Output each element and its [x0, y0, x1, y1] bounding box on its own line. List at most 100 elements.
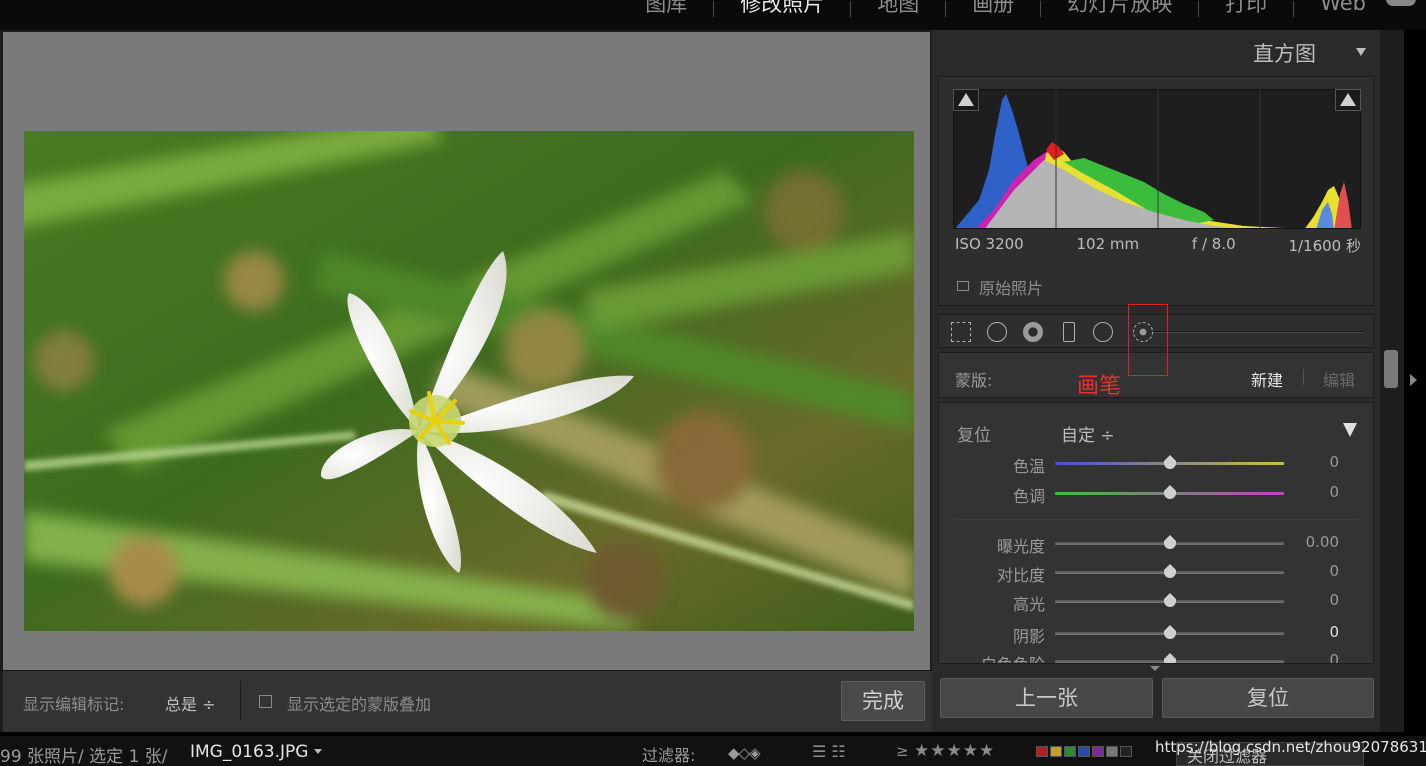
identity-plate-icon[interactable] [1386, 0, 1416, 6]
crop-icon[interactable] [951, 322, 971, 342]
slider-value[interactable]: 0 [1299, 591, 1339, 609]
slider-label: 色温 [1012, 457, 1045, 476]
histogram-curves [955, 90, 1352, 228]
module-web[interactable]: Web [1316, 0, 1370, 15]
panel-collapse-icon[interactable] [1356, 48, 1366, 56]
expand-panel-arrow-icon[interactable] [1410, 374, 1417, 386]
shutter-value: 1/1600 秒 [1288, 237, 1361, 255]
slider-label: 白色色阶 [981, 651, 1045, 663]
color-label-swatch[interactable] [1064, 746, 1076, 757]
color-label-swatch[interactable] [1120, 746, 1132, 757]
edit-toolbar: 显示编辑标记: 总是 ÷ 显示选定的蒙版叠加 完成 [0, 670, 932, 732]
rating-operator[interactable]: ≥ [896, 742, 909, 760]
module-separator [1198, 1, 1200, 17]
spot-removal-icon[interactable] [987, 322, 1007, 342]
show-edit-pins-select[interactable]: 总是 ÷ [165, 691, 216, 715]
scrollbar-thumb[interactable] [1384, 350, 1398, 388]
mask-label: 蒙版: [955, 371, 993, 390]
color-label-swatch[interactable] [1106, 746, 1118, 757]
effect-preset-select[interactable]: 自定 ÷ [1061, 421, 1115, 446]
color-label-swatch[interactable] [1036, 746, 1048, 757]
module-map[interactable]: 地图 [873, 0, 923, 18]
module-slideshow[interactable]: 幻灯片放映 [1063, 0, 1176, 18]
focal-length-value: 102 mm [1076, 235, 1140, 253]
slider-value[interactable]: 0 [1299, 483, 1339, 501]
histogram-title[interactable]: 直方图 [932, 38, 1362, 68]
color-label-filter [1036, 746, 1132, 757]
color-label-swatch[interactable] [1092, 746, 1104, 757]
module-picker: 图库 修改照片 地图 画册 幻灯片放映 打印 Web [641, 0, 1370, 18]
filename-dropdown-icon[interactable] [314, 749, 322, 754]
slider-contrast: 对比度 0 [939, 560, 1373, 585]
reset-button[interactable]: 复位 [1162, 678, 1374, 718]
photo-preview[interactable] [24, 131, 914, 631]
done-button[interactable]: 完成 [841, 681, 925, 721]
slider-thumb[interactable] [1163, 593, 1176, 607]
module-separator [945, 1, 947, 17]
highlight-clipping-icon[interactable] [1335, 89, 1361, 111]
slider-tint: 色调 0 [939, 481, 1373, 506]
slider-value[interactable]: 0 [1299, 562, 1339, 580]
filter-label: 过滤器: [642, 746, 696, 765]
slider-label: 色调 [1012, 487, 1045, 506]
tool-drawer-line [1153, 331, 1365, 333]
module-separator [1293, 1, 1295, 17]
filmstrip-bar: 99 张照片/ 选定 1 张/ IMG_0163.JPG 过滤器: ◆◇◈ ☰ … [0, 736, 1426, 766]
rating-filter-stars[interactable]: ★★★★★ [914, 741, 995, 761]
effect-reset-label[interactable]: 复位 [957, 421, 991, 446]
color-label-swatch[interactable] [1078, 746, 1090, 757]
module-print[interactable]: 打印 [1221, 0, 1271, 18]
flag-filter-icon[interactable]: ◆◇◈ [728, 744, 761, 762]
previous-settings-button[interactable]: 上一张 [940, 678, 1153, 718]
slider-thumb[interactable] [1163, 625, 1176, 639]
original-photo-checkbox[interactable] [957, 281, 969, 291]
color-label-swatch[interactable] [1050, 746, 1062, 757]
radial-filter-icon[interactable] [1093, 322, 1113, 342]
slider-label: 对比度 [996, 566, 1045, 585]
graduated-filter-icon[interactable] [1063, 322, 1075, 342]
slider-value[interactable]: 0.00 [1299, 533, 1339, 551]
pick-filter-icon[interactable]: ☰ ☷ [812, 742, 846, 761]
slider-temp: 色温 0 [939, 451, 1373, 476]
mask-separator [1303, 369, 1304, 385]
exif-info: ISO 3200 102 mm f / 8.0 1/1600 秒 [955, 235, 1361, 256]
slider-thumb[interactable] [1163, 455, 1176, 469]
mask-edit-button[interactable]: 编辑 [1323, 367, 1355, 391]
slider-shadows: 阴影 0 [939, 621, 1373, 646]
module-library[interactable]: 图库 [641, 0, 691, 18]
slider-whites: 白色色阶 0 [939, 649, 1373, 663]
original-photo-label[interactable]: 原始照片 [979, 275, 1043, 299]
show-mask-overlay-label[interactable]: 显示选定的蒙版叠加 [287, 691, 431, 715]
module-separator [850, 1, 852, 17]
panel-end-icon [1150, 666, 1160, 671]
brush-annotation-box [1128, 304, 1168, 376]
module-develop[interactable]: 修改照片 [736, 0, 828, 18]
show-edit-pins-label: 显示编辑标记: [23, 695, 125, 714]
effect-panel-toggle-icon[interactable] [1343, 423, 1357, 437]
slider-exposure: 曝光度 0.00 [939, 531, 1373, 556]
toolbar-divider [240, 681, 241, 721]
module-bar: 图库 修改照片 地图 画册 幻灯片放映 打印 Web [0, 0, 1426, 30]
shadow-clipping-icon[interactable] [953, 89, 979, 111]
slider-highlights: 高光 0 [939, 589, 1373, 614]
red-eye-icon[interactable] [1023, 322, 1043, 342]
show-mask-overlay-checkbox[interactable] [259, 695, 272, 708]
slider-value[interactable]: 0 [1299, 453, 1339, 471]
slider-thumb[interactable] [1163, 485, 1176, 499]
slider-thumb[interactable] [1163, 564, 1176, 578]
photo-count-text: 99 张照片/ 选定 1 张/ [0, 747, 168, 766]
brush-adjustments: 复位 自定 ÷ 色温 0 色调 0 曝光度 0.00 对比度 0 高光 0 阴影… [938, 402, 1374, 664]
mask-new-button[interactable]: 新建 [1251, 367, 1283, 391]
current-filename[interactable]: IMG_0163.JPG [190, 742, 308, 762]
slider-label: 曝光度 [996, 537, 1045, 556]
slider-thumb[interactable] [1163, 535, 1176, 549]
slider-value[interactable]: 0 [1299, 623, 1339, 641]
slider-value[interactable]: 0 [1299, 651, 1339, 663]
slider-label: 高光 [1012, 595, 1045, 614]
slider-thumb[interactable] [1163, 653, 1176, 663]
module-book[interactable]: 画册 [968, 0, 1018, 18]
aperture-value: f / 8.0 [1191, 235, 1236, 253]
histogram-graph[interactable] [953, 89, 1361, 229]
adjustment-divider [955, 519, 1359, 520]
slider-label: 阴影 [1012, 627, 1045, 646]
